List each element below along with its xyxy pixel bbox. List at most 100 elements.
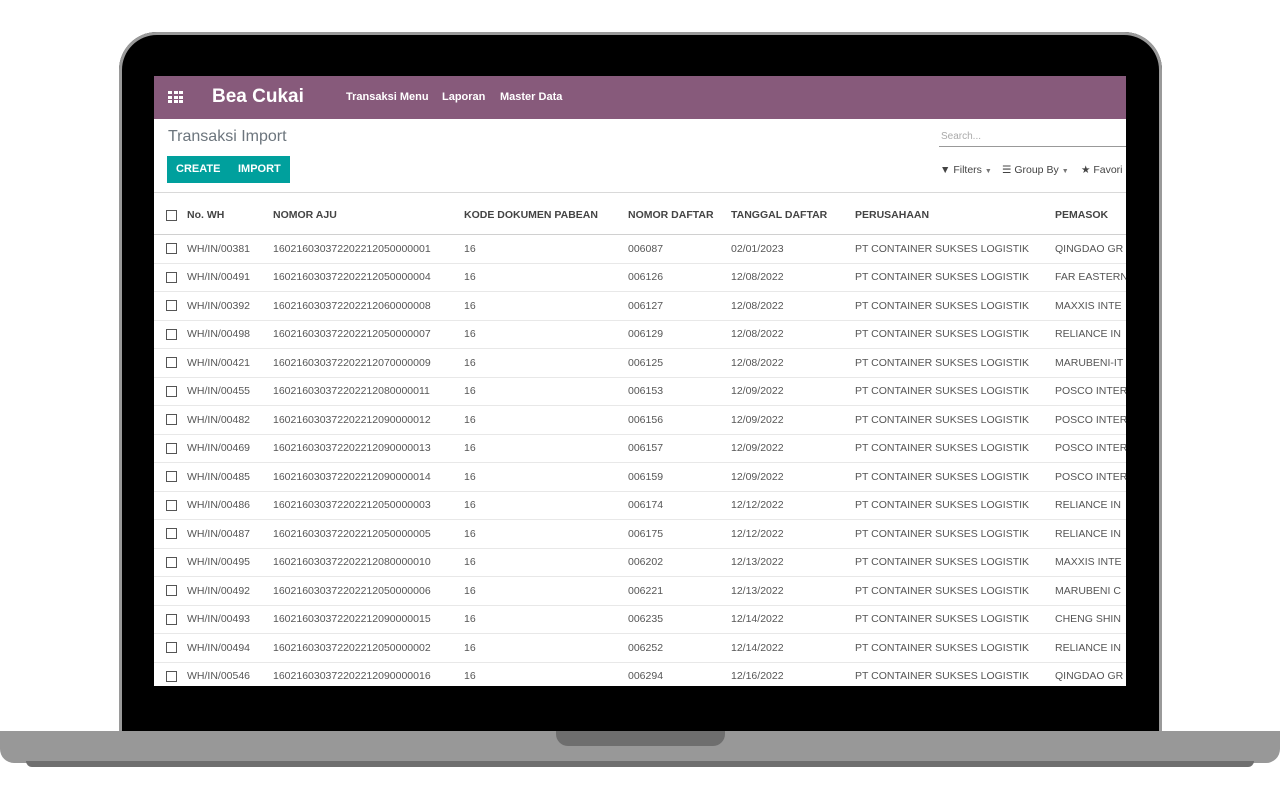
group-by-dropdown[interactable]: ☰ Group By ▼ xyxy=(1002,164,1069,176)
table-cell: 160216030372202212050000006 xyxy=(269,576,460,606)
table-cell: WH/IN/00492 xyxy=(183,576,269,606)
table-row[interactable]: WH/IN/00495 160216030372202212080000010 16… xyxy=(154,548,1126,577)
row-checkbox[interactable] xyxy=(166,328,177,340)
table-row[interactable]: WH/IN/00455 160216030372202212080000011 16… xyxy=(154,377,1126,406)
table-cell: PT CONTAINER SUKSES LOGISTIK xyxy=(851,377,1051,406)
row-checkbox[interactable] xyxy=(166,271,177,283)
row-checkbox[interactable] xyxy=(166,300,177,312)
filter-icon: ▼ xyxy=(940,164,951,176)
table-row[interactable]: WH/IN/00482 160216030372202212090000012 16… xyxy=(154,405,1126,435)
column-header[interactable]: TANGGAL DAFTAR xyxy=(727,196,851,235)
table-cell: WH/IN/00482 xyxy=(183,405,269,435)
row-checkbox[interactable] xyxy=(166,414,177,426)
table-row[interactable]: WH/IN/00469 160216030372202212090000013 16… xyxy=(154,434,1126,463)
table-cell: 006294 xyxy=(624,662,727,686)
favorites-dropdown[interactable]: ★ Favori xyxy=(1081,164,1123,176)
table-cell: 006174 xyxy=(624,491,727,520)
column-header[interactable]: PEMASOK xyxy=(1051,196,1126,235)
table-cell: 16 xyxy=(460,491,624,520)
table-cell: WH/IN/00421 xyxy=(183,348,269,378)
column-header[interactable]: NOMOR DAFTAR xyxy=(624,196,727,235)
table-cell: PT CONTAINER SUKSES LOGISTIK xyxy=(851,633,1051,663)
table-cell: 006087 xyxy=(624,234,727,264)
filters-dropdown[interactable]: ▼ Filters ▼ xyxy=(940,164,992,176)
laptop-notch xyxy=(556,731,725,746)
import-button[interactable]: IMPORT xyxy=(229,156,290,183)
row-checkbox[interactable] xyxy=(166,442,177,454)
table-row[interactable]: WH/IN/00492 160216030372202212050000006 16… xyxy=(154,576,1126,606)
table-cell: PT CONTAINER SUKSES LOGISTIK xyxy=(851,548,1051,577)
row-checkbox[interactable] xyxy=(166,385,177,397)
table-row[interactable]: WH/IN/00421 160216030372202212070000009 16… xyxy=(154,348,1126,378)
table-cell: 16 xyxy=(460,462,624,492)
row-checkbox[interactable] xyxy=(166,670,177,682)
table-cell: PT CONTAINER SUKSES LOGISTIK xyxy=(851,605,1051,634)
table-row[interactable]: WH/IN/00491 160216030372202212050000004 16… xyxy=(154,263,1126,292)
table-cell: 12/13/2022 xyxy=(727,548,851,577)
row-checkbox[interactable] xyxy=(166,585,177,597)
row-checkbox[interactable] xyxy=(166,613,177,625)
table-cell: WH/IN/00486 xyxy=(183,491,269,520)
table-cell: 16 xyxy=(460,405,624,435)
table-cell: MARUBENI-IT xyxy=(1051,348,1126,378)
table-cell: 006153 xyxy=(624,377,727,406)
caret-down-icon: ▼ xyxy=(1061,168,1069,175)
column-header[interactable]: NOMOR AJU xyxy=(269,196,460,235)
table-cell: 12/08/2022 xyxy=(727,320,851,349)
table-cell: 006159 xyxy=(624,462,727,492)
table-cell: MAXXIS INTE xyxy=(1051,548,1126,577)
table-cell: 12/09/2022 xyxy=(727,434,851,463)
star-icon: ★ xyxy=(1081,164,1091,176)
table-row[interactable]: WH/IN/00486 160216030372202212050000003 16… xyxy=(154,491,1126,520)
table-row[interactable]: WH/IN/00485 160216030372202212090000014 16… xyxy=(154,462,1126,492)
row-checkbox[interactable] xyxy=(166,357,177,369)
table-row[interactable]: WH/IN/00392 160216030372202212060000008 16… xyxy=(154,291,1126,321)
table-cell: 006235 xyxy=(624,605,727,634)
table-cell: 16 xyxy=(460,548,624,577)
table-cell: PT CONTAINER SUKSES LOGISTIK xyxy=(851,405,1051,435)
column-header[interactable]: KODE DOKUMEN PABEAN xyxy=(460,196,624,235)
table-cell: 160216030372202212090000015 xyxy=(269,605,460,634)
table-cell: 006202 xyxy=(624,548,727,577)
table-cell: MAXXIS INTE xyxy=(1051,291,1126,321)
table-row[interactable]: WH/IN/00494 160216030372202212050000002 16… xyxy=(154,633,1126,663)
table-cell: 12/09/2022 xyxy=(727,377,851,406)
group-by-label: Group By xyxy=(1014,164,1059,176)
app-screen: Bea Cukai Transaksi Menu Laporan Master … xyxy=(154,76,1126,686)
table-cell: FAR EASTERN xyxy=(1051,263,1126,292)
table-cell: POSCO INTER xyxy=(1051,377,1126,406)
table-row[interactable]: WH/IN/00546 160216030372202212090000016 16… xyxy=(154,662,1126,686)
table-cell: WH/IN/00498 xyxy=(183,320,269,349)
table-cell: 006156 xyxy=(624,405,727,435)
table-row[interactable]: WH/IN/00493 160216030372202212090000015 16… xyxy=(154,605,1126,634)
table-row[interactable]: WH/IN/00498 160216030372202212050000007 16… xyxy=(154,320,1126,349)
table-cell: WH/IN/00493 xyxy=(183,605,269,634)
row-checkbox[interactable] xyxy=(166,243,177,255)
row-checkbox[interactable] xyxy=(166,528,177,540)
row-checkbox[interactable] xyxy=(166,642,177,654)
table-cell: 16 xyxy=(460,434,624,463)
select-all-checkbox[interactable] xyxy=(166,209,177,221)
table-cell: PT CONTAINER SUKSES LOGISTIK xyxy=(851,348,1051,378)
row-checkbox[interactable] xyxy=(166,471,177,483)
table-cell: 16 xyxy=(460,263,624,292)
column-header[interactable]: No. WH xyxy=(183,196,269,235)
table-cell: PT CONTAINER SUKSES LOGISTIK xyxy=(851,434,1051,463)
table-cell: RELIANCE IN xyxy=(1051,519,1126,549)
table-cell: 16 xyxy=(460,377,624,406)
table-cell: 160216030372202212090000016 xyxy=(269,662,460,686)
table-cell: 16 xyxy=(460,291,624,321)
table-row[interactable]: WH/IN/00487 160216030372202212050000005 16… xyxy=(154,519,1126,549)
table-cell: MARUBENI C xyxy=(1051,576,1126,606)
table-cell: PT CONTAINER SUKSES LOGISTIK xyxy=(851,491,1051,520)
table-cell: 160216030372202212050000001 xyxy=(269,234,460,264)
create-button[interactable]: CREATE xyxy=(167,156,230,183)
table-cell: WH/IN/00455 xyxy=(183,377,269,406)
row-checkbox[interactable] xyxy=(166,556,177,568)
table-cell: 12/13/2022 xyxy=(727,576,851,606)
table-cell: 006126 xyxy=(624,263,727,292)
search-input[interactable] xyxy=(939,127,1126,147)
column-header[interactable]: PERUSAHAAN xyxy=(851,196,1051,235)
row-checkbox[interactable] xyxy=(166,499,177,511)
table-row[interactable]: WH/IN/00381 160216030372202212050000001 16… xyxy=(154,234,1126,264)
